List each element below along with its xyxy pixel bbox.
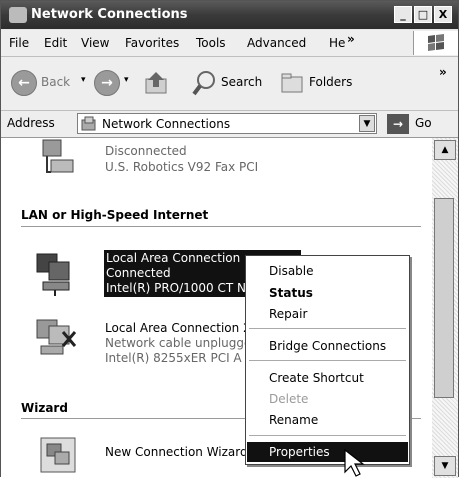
maximize-button[interactable]: □	[414, 6, 432, 23]
lan1-status: Connected	[106, 266, 171, 280]
address-bar: Address Network Connections ▼ → Go	[1, 111, 458, 138]
close-button[interactable]: X	[434, 6, 452, 23]
toolbar-overflow-chevron[interactable]: »	[439, 65, 447, 79]
lan2-name: Local Area Connection 2	[105, 321, 251, 335]
menu-edit[interactable]: Edit	[44, 36, 67, 50]
address-label: Address	[7, 116, 55, 130]
network-folder-icon	[81, 116, 96, 131]
minimize-button[interactable]: _	[394, 6, 412, 23]
fax-status: Disconnected	[105, 144, 187, 158]
wizard-label[interactable]: New Connection Wizard	[105, 445, 248, 460]
standard-toolbar: ← Back ▾ → ▾ Search Folders »	[1, 57, 458, 111]
windows-flag-icon	[428, 34, 444, 51]
menu-item-rename[interactable]: Rename	[247, 410, 408, 430]
mouse-pointer-icon	[344, 448, 365, 477]
address-value: Network Connections	[102, 117, 231, 131]
windows-logo	[413, 31, 458, 55]
title-bar[interactable]: Network Connections _ □ X	[1, 1, 458, 29]
lan2-status: Network cable unplugge	[105, 336, 252, 350]
lan-connection-icon[interactable]	[35, 248, 79, 298]
scroll-up-icon[interactable]: ▲	[434, 140, 456, 160]
network-connections-icon	[9, 7, 27, 23]
window: Network Connections _ □ X File Edit View…	[0, 0, 459, 478]
go-button[interactable]: Go	[415, 116, 432, 130]
menu-favorites[interactable]: Favorites	[125, 36, 179, 50]
menu-separator	[249, 360, 406, 361]
go-arrow-icon[interactable]: →	[387, 114, 409, 134]
forward-dropdown-icon[interactable]: ▾	[124, 75, 129, 85]
lan2-device: Intel(R) 8255xER PCI A	[105, 351, 242, 365]
menu-advanced[interactable]: Advanced	[247, 36, 306, 50]
up-folder-icon[interactable]	[143, 69, 171, 97]
section-divider	[21, 226, 421, 227]
menu-item-properties[interactable]: Properties	[247, 442, 408, 462]
menu-item-status[interactable]: Status	[247, 283, 408, 303]
fax-device: U.S. Robotics V92 Fax PCI	[105, 160, 259, 174]
search-button[interactable]: Search	[221, 75, 262, 89]
menu-tools[interactable]: Tools	[196, 36, 226, 50]
menu-file[interactable]: File	[9, 36, 29, 50]
menu-overflow-chevron[interactable]: »	[347, 32, 355, 46]
lan1-name: Local Area Connection	[106, 251, 241, 265]
back-dropdown-icon[interactable]: ▾	[81, 75, 86, 85]
section-lan-header: LAN or High-Speed Internet	[21, 208, 209, 222]
menu-item-repair[interactable]: Repair	[247, 304, 408, 324]
section-wizard-header: Wizard	[21, 401, 68, 415]
back-arrow-icon[interactable]: ←	[11, 70, 37, 96]
menu-separator	[249, 435, 406, 436]
window-title: Network Connections	[31, 7, 188, 22]
context-menu: Disable Status Repair Bridge Connections…	[245, 255, 410, 465]
scroll-thumb[interactable]	[434, 198, 454, 398]
folders-icon[interactable]	[279, 69, 307, 97]
address-field[interactable]: Network Connections ▼	[77, 113, 377, 134]
folders-button[interactable]: Folders	[309, 75, 352, 89]
lan1-device: Intel(R) PRO/1000 CT N	[106, 281, 246, 295]
menu-item-disable[interactable]: Disable	[247, 261, 408, 281]
menu-item-delete: Delete	[269, 392, 309, 406]
address-dropdown-icon[interactable]: ▼	[359, 115, 375, 132]
lan-connection-unplugged-icon[interactable]	[35, 316, 79, 362]
menu-help[interactable]: He	[329, 36, 345, 50]
modem-connection-icon[interactable]	[37, 138, 77, 178]
menu-view[interactable]: View	[81, 36, 109, 50]
scroll-down-icon[interactable]: ▼	[434, 456, 456, 476]
new-connection-wizard-icon[interactable]	[37, 434, 81, 478]
menu-bar: File Edit View Favorites Tools Advanced …	[1, 30, 458, 57]
back-button[interactable]: Back	[41, 75, 70, 89]
vertical-scrollbar[interactable]: ▲ ▼	[432, 138, 458, 478]
menu-separator	[249, 328, 406, 329]
menu-item-create-shortcut[interactable]: Create Shortcut	[247, 368, 408, 388]
menu-item-bridge[interactable]: Bridge Connections	[247, 336, 408, 356]
forward-arrow-icon[interactable]: →	[94, 70, 120, 96]
search-icon[interactable]	[191, 69, 219, 97]
